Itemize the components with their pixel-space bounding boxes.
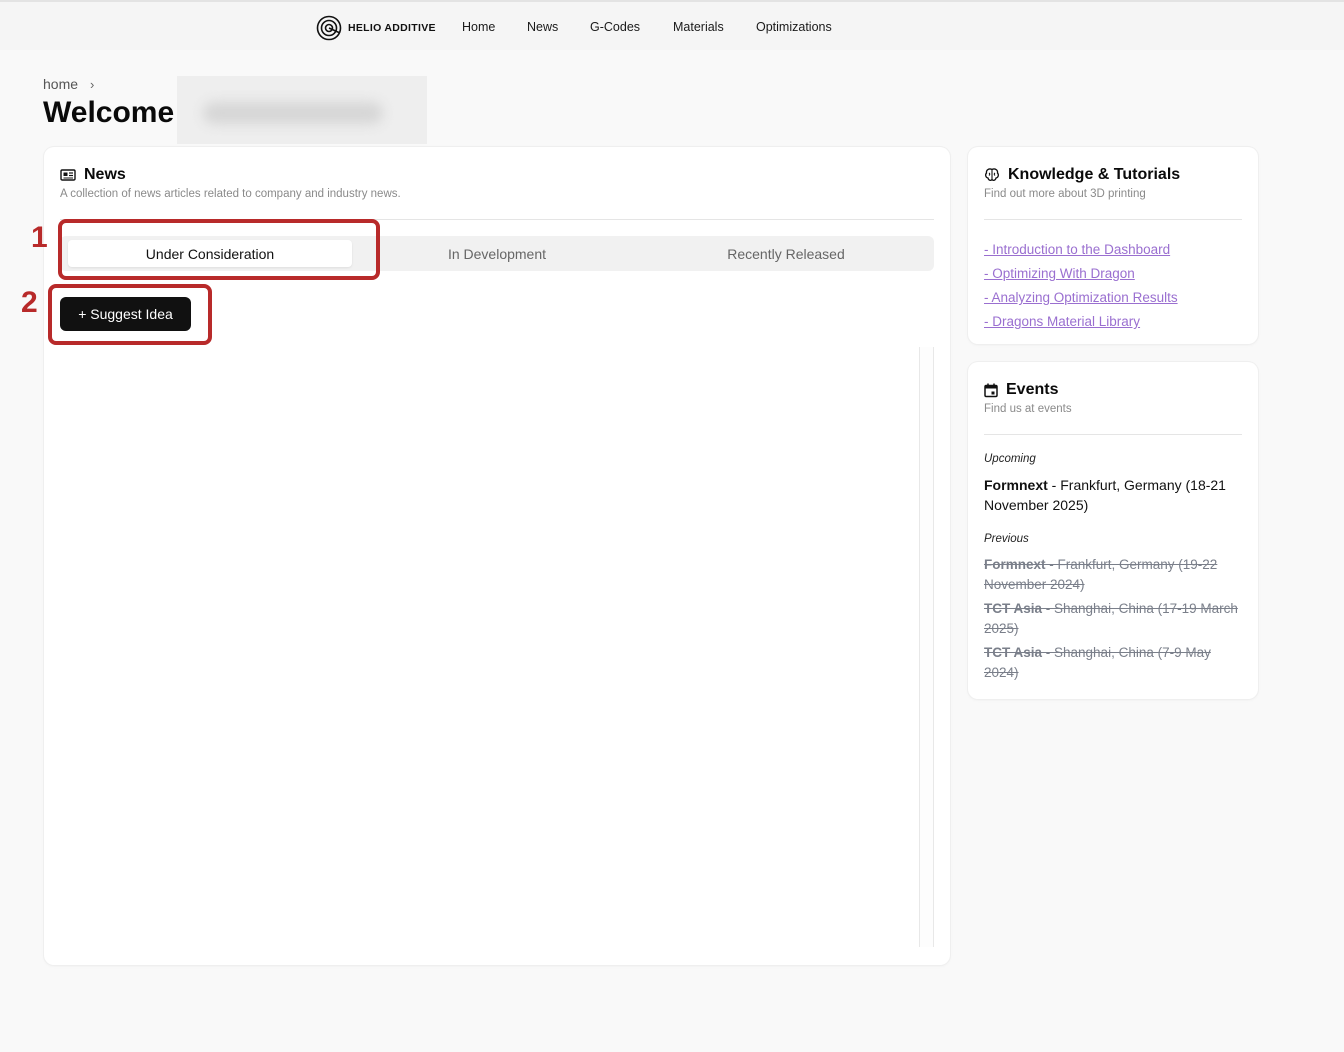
events-subtitle: Find us at events <box>984 403 1072 415</box>
helio-logo-icon <box>316 15 342 41</box>
upcoming-label: Upcoming <box>984 453 1036 465</box>
event-previous: TCT Asia - Shanghai, China (17-19 March … <box>984 599 1246 639</box>
annotation-box-2 <box>48 284 212 345</box>
knowledge-title: Knowledge & Tutorials <box>984 166 1180 184</box>
knowledge-subtitle: Find out more about 3D printing <box>984 188 1146 200</box>
news-title: News <box>60 166 126 184</box>
knowledge-title-text: Knowledge & Tutorials <box>1008 166 1181 183</box>
event-previous: Formnext - Frankfurt, Germany (19-22 Nov… <box>984 555 1246 595</box>
newspaper-icon <box>60 169 76 181</box>
event-name: Formnext <box>984 557 1046 572</box>
nav-materials[interactable]: Materials <box>673 20 724 34</box>
event-previous: TCT Asia - Shanghai, China (7-9 May 2024… <box>984 643 1246 683</box>
annotation-number-1: 1 <box>31 221 48 254</box>
divider <box>984 219 1242 220</box>
events-title: Events <box>984 381 1058 399</box>
tutorial-links: - Introduction to the Dashboard - Optimi… <box>984 238 1178 334</box>
link-intro-dashboard[interactable]: - Introduction to the Dashboard <box>984 238 1178 262</box>
tab-recently-released[interactable]: Recently Released <box>642 236 930 271</box>
event-upcoming: Formnext - Frankfurt, Germany (18-21 Nov… <box>984 475 1246 515</box>
link-material-library[interactable]: - Dragons Material Library <box>984 310 1178 334</box>
events-card: Events Find us at events Upcoming Formne… <box>968 362 1258 699</box>
nav-home[interactable]: Home <box>462 20 495 34</box>
chevron-right-icon: › <box>90 76 95 92</box>
news-title-text: News <box>84 166 126 183</box>
knowledge-card: Knowledge & Tutorials Find out more abou… <box>968 147 1258 344</box>
news-subtitle: A collection of news articles related to… <box>60 188 401 200</box>
breadcrumb-home[interactable]: home <box>43 76 78 92</box>
redacted-username <box>177 76 427 144</box>
events-title-text: Events <box>1006 381 1059 398</box>
annotation-number-2: 2 <box>21 286 38 319</box>
news-scrollbar[interactable] <box>919 347 934 947</box>
event-name: TCT Asia <box>984 645 1043 660</box>
page-title: Welcome <box>43 96 175 129</box>
top-navbar: HELIO ADDITIVE Home News G-Codes Materia… <box>0 0 1344 50</box>
breadcrumb: home › <box>43 76 94 92</box>
brand-name: HELIO ADDITIVE <box>348 22 436 34</box>
divider <box>984 434 1242 435</box>
nav-optimizations[interactable]: Optimizations <box>756 20 832 34</box>
link-analyzing-results[interactable]: - Analyzing Optimization Results <box>984 286 1178 310</box>
brain-icon <box>985 168 999 181</box>
annotation-box-1 <box>58 219 380 280</box>
brand-logo[interactable]: HELIO ADDITIVE <box>316 15 436 41</box>
tab-in-development[interactable]: In Development <box>352 236 642 271</box>
calendar-icon <box>984 383 998 397</box>
nav-gcodes[interactable]: G-Codes <box>590 20 640 34</box>
event-name: Formnext <box>984 477 1048 493</box>
news-list <box>44 347 934 947</box>
previous-label: Previous <box>984 533 1029 545</box>
event-name: TCT Asia <box>984 601 1043 616</box>
link-optimizing-dragon[interactable]: - Optimizing With Dragon <box>984 262 1178 286</box>
nav-news[interactable]: News <box>527 20 558 34</box>
